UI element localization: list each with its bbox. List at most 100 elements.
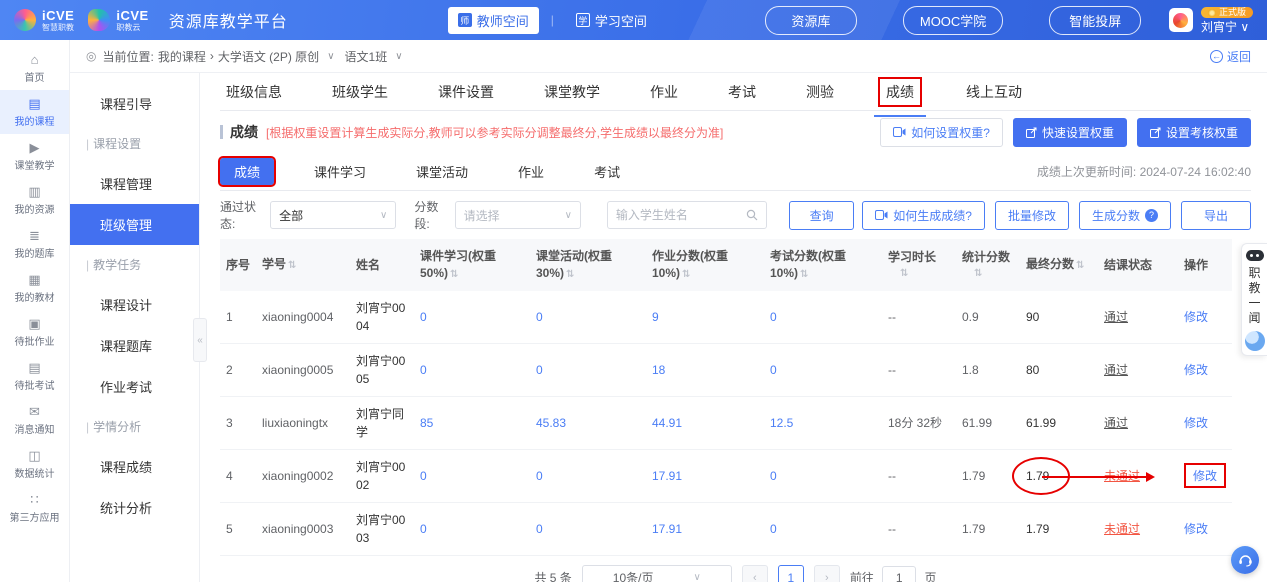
sidebar-item-pending-exams[interactable]: ▤待批考试 — [0, 354, 69, 398]
sidebar-item-data-statistics[interactable]: ◫数据统计 — [0, 442, 69, 486]
smart-casting-button[interactable]: 智能投屏 — [1049, 6, 1141, 35]
cell-courseware-score[interactable]: 85 — [414, 396, 530, 449]
cell-activity-score[interactable]: 0 — [530, 502, 646, 555]
cell-homework-score[interactable]: 44.91 — [646, 396, 764, 449]
cell-courseware-score[interactable]: 0 — [414, 343, 530, 396]
avatar[interactable] — [1169, 8, 1193, 32]
subtab-homework[interactable]: 作业 — [508, 158, 554, 185]
export-button[interactable]: 导出 — [1181, 201, 1251, 230]
sort-icon[interactable]: ⇅ — [450, 269, 458, 280]
menu-item-statistical-analysis[interactable]: 统计分析 — [70, 487, 199, 528]
status-filter-select[interactable]: 全部 ∨ — [270, 201, 396, 229]
mascot-icon[interactable] — [1245, 331, 1265, 351]
edit-link[interactable]: 修改 — [1184, 416, 1208, 430]
cell-exam-score[interactable]: 0 — [764, 502, 882, 555]
how-generate-grade-button[interactable]: 如何生成成绩? — [862, 201, 985, 230]
sort-icon[interactable]: ⇅ — [288, 260, 296, 271]
cell-homework-score[interactable]: 18 — [646, 343, 764, 396]
sidebar-item-notifications[interactable]: ✉消息通知 — [0, 398, 69, 442]
cell-courseware-score[interactable]: 0 — [414, 449, 530, 502]
range-filter-select[interactable]: 请选择 ∨ — [455, 201, 581, 229]
how-set-weight-button[interactable]: 如何设置权重? — [880, 118, 1003, 147]
sort-icon[interactable]: ⇅ — [800, 269, 808, 280]
resource-library-button[interactable]: 资源库 — [765, 6, 857, 35]
tab-quiz[interactable]: 测验 — [800, 79, 840, 105]
subtab-exam[interactable]: 考试 — [584, 158, 630, 185]
breadcrumb-course-select[interactable]: 大学语文 (2P) 原创 — [218, 48, 319, 65]
sort-icon[interactable]: ⇅ — [900, 267, 950, 281]
cell-exam-score[interactable]: 0 — [764, 291, 882, 344]
help-icon[interactable]: ? — [1145, 209, 1158, 222]
sidebar-item-pending-homework[interactable]: ▣待批作业 — [0, 310, 69, 354]
floating-side-widget[interactable]: 职教一闻 — [1241, 243, 1267, 356]
cell-exam-score[interactable]: 12.5 — [764, 396, 882, 449]
menu-item-course-management[interactable]: 课程管理 — [70, 163, 199, 204]
cell-courseware-score[interactable]: 0 — [414, 291, 530, 344]
edit-link[interactable]: 修改 — [1193, 469, 1217, 483]
menu-item-course-question-bank[interactable]: 课程题库 — [70, 325, 199, 366]
set-assessment-weight-button[interactable]: 设置考核权重 — [1137, 118, 1251, 147]
sort-icon[interactable]: ⇅ — [566, 269, 574, 280]
tab-courseware-settings[interactable]: 课件设置 — [432, 79, 500, 105]
cell-courseware-score[interactable]: 0 — [414, 502, 530, 555]
cell-activity-score[interactable]: 45.83 — [530, 396, 646, 449]
tab-classroom-teaching[interactable]: 课堂教学 — [538, 79, 606, 105]
cell-homework-score[interactable]: 17.91 — [646, 449, 764, 502]
sidebar-item-third-party-apps[interactable]: ∷第三方应用 — [0, 486, 69, 530]
status-badge[interactable]: 通过 — [1104, 416, 1128, 430]
search-input[interactable] — [616, 208, 746, 222]
cell-exam-score[interactable]: 0 — [764, 343, 882, 396]
cell-activity-score[interactable]: 0 — [530, 449, 646, 502]
username-menu[interactable]: 刘宵宁 ∨ — [1201, 21, 1249, 33]
subtab-courseware-study[interactable]: 课件学习 — [304, 158, 376, 185]
menu-item-course-design[interactable]: 课程设计 — [70, 284, 199, 325]
menu-item-course-guide[interactable]: 课程引导 — [70, 83, 199, 124]
icve-zhihuizhijiao-logo[interactable]: iCVE 智慧职教 — [14, 9, 74, 32]
tab-homework[interactable]: 作业 — [644, 79, 684, 105]
cell-activity-score[interactable]: 0 — [530, 343, 646, 396]
tab-online-interaction[interactable]: 线上互动 — [960, 79, 1028, 105]
sort-icon[interactable]: ⇅ — [974, 267, 1014, 281]
subtab-class-activity[interactable]: 课堂活动 — [406, 158, 478, 185]
sort-icon[interactable]: ⇅ — [682, 269, 690, 280]
sort-icon[interactable]: ⇅ — [1076, 260, 1084, 271]
tab-class-info[interactable]: 班级信息 — [220, 79, 288, 105]
next-page-button[interactable]: › — [814, 565, 840, 582]
learning-space-button[interactable]: 学 学习空间 — [566, 7, 657, 34]
menu-item-course-grades[interactable]: 课程成绩 — [70, 446, 199, 487]
hide-widget-icon[interactable] — [1246, 250, 1264, 261]
cell-activity-score[interactable]: 0 — [530, 291, 646, 344]
tab-exam[interactable]: 考试 — [722, 79, 762, 105]
prev-page-button[interactable]: ‹ — [742, 565, 768, 582]
cell-exam-score[interactable]: 0 — [764, 449, 882, 502]
search-icon[interactable] — [746, 209, 758, 221]
menu-item-homework-exam[interactable]: 作业考试 — [70, 366, 199, 407]
quick-set-weight-button[interactable]: 快速设置权重 — [1013, 118, 1127, 147]
status-badge[interactable]: 通过 — [1104, 310, 1128, 324]
tab-class-students[interactable]: 班级学生 — [326, 79, 394, 105]
tab-grades[interactable]: 成绩 — [878, 77, 922, 107]
sidebar-item-my-resources[interactable]: ▥我的资源 — [0, 178, 69, 222]
breadcrumb-my-courses[interactable]: 我的课程 — [158, 48, 206, 65]
subtab-grades[interactable]: 成绩 — [220, 158, 274, 185]
teacher-space-button[interactable]: 师 教师空间 — [448, 7, 539, 34]
status-badge[interactable]: 未通过 — [1104, 522, 1140, 536]
menu-item-class-management[interactable]: 班级管理 — [70, 204, 199, 245]
goto-page-input[interactable] — [882, 566, 916, 582]
mooc-academy-button[interactable]: MOOC学院 — [903, 6, 1003, 35]
edit-link[interactable]: 修改 — [1184, 310, 1208, 324]
sidebar-item-my-textbooks[interactable]: ▦我的教材 — [0, 266, 69, 310]
per-page-select[interactable]: 10条/页 ∨ — [582, 565, 732, 582]
breadcrumb-class-select[interactable]: 语文1班 — [345, 48, 388, 65]
sidebar-item-my-question-bank[interactable]: ≣我的题库 — [0, 222, 69, 266]
icve-zhijiaoyun-logo[interactable]: iCVE 职教云 — [88, 9, 148, 32]
sidebar-item-home[interactable]: ⌂首页 — [0, 46, 69, 90]
sidebar-item-my-courses[interactable]: ▤我的课程 — [0, 90, 69, 134]
sidebar-collapse-handle[interactable]: « — [193, 318, 207, 362]
generate-score-button[interactable]: 生成分数 ? — [1079, 201, 1171, 230]
page-number-button[interactable]: 1 — [778, 565, 804, 582]
cell-homework-score[interactable]: 17.91 — [646, 502, 764, 555]
sidebar-item-classroom-teaching[interactable]: ▶课堂教学 — [0, 134, 69, 178]
back-button[interactable]: ← 返回 — [1210, 48, 1251, 65]
customer-service-button[interactable] — [1231, 546, 1259, 574]
